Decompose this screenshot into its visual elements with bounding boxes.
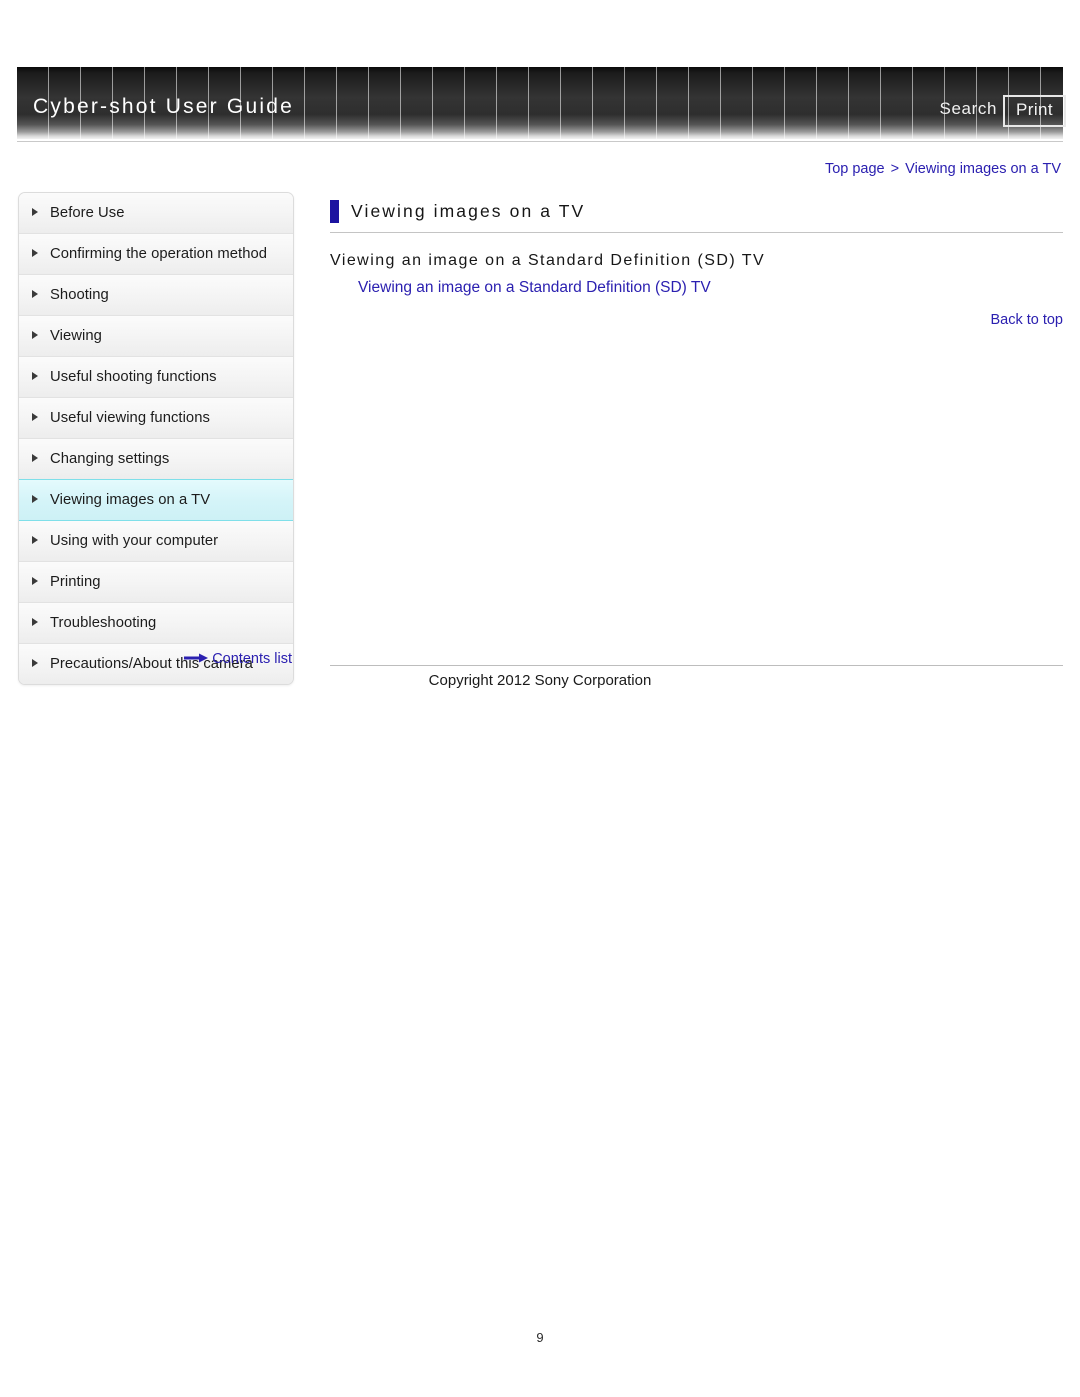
sidebar-item-changing-settings[interactable]: Changing settings [19,439,293,480]
breadcrumb-current[interactable]: Viewing images on a TV [905,161,1061,177]
sidebar-navigation: Before Use Confirming the operation meth… [18,192,294,685]
brand-title: Cyber-shot User Guide [33,95,294,118]
header-underline [17,141,1063,142]
sidebar-item-confirming-the-operation-method[interactable]: Confirming the operation method [19,234,293,275]
triangle-right-icon [32,536,42,544]
sidebar-item-useful-shooting-functions[interactable]: Useful shooting functions [19,357,293,398]
main-content: Viewing images on a TV Viewing an image … [330,200,1063,328]
triangle-right-icon [32,577,42,585]
sidebar-item-label: Shooting [50,287,109,303]
sidebar-item-label: Using with your computer [50,533,219,549]
section-heading: Viewing an image on a Standard Definitio… [330,252,766,269]
sidebar-item-shooting[interactable]: Shooting [19,275,293,316]
sidebar-item-label: Viewing [50,328,102,344]
triangle-right-icon [32,495,42,503]
sidebar-item-useful-viewing-functions[interactable]: Useful viewing functions [19,398,293,439]
sidebar-item-printing[interactable]: Printing [19,562,293,603]
sidebar-item-label: Before Use [50,205,125,221]
triangle-right-icon [32,331,42,339]
sidebar-item-label: Changing settings [50,451,170,467]
sidebar-item-viewing[interactable]: Viewing [19,316,293,357]
contents-list-link[interactable]: Contents list [184,651,292,667]
triangle-right-icon [32,454,42,462]
triangle-right-icon [32,249,42,257]
footer-divider [330,665,1063,666]
breadcrumb: Top page > Viewing images on a TV [825,161,1061,177]
copyright-text: Copyright 2012 Sony Corporation [428,672,652,689]
sidebar-item-troubleshooting[interactable]: Troubleshooting [19,603,293,644]
triangle-right-icon [32,372,42,380]
arrow-right-icon [184,652,209,667]
sidebar-item-label: Useful viewing functions [50,410,210,426]
sidebar-item-viewing-images-on-a-tv[interactable]: Viewing images on a TV [19,479,293,521]
title-accent-bar-icon [330,200,339,223]
breadcrumb-separator: > [890,161,900,177]
sidebar-footer: Contents list [18,646,292,672]
back-to-top-row: Back to top [330,312,1063,328]
print-button[interactable]: Print [1003,95,1066,127]
page-number: 9 [536,1330,544,1345]
section-link-sd-tv[interactable]: Viewing an image on a Standard Definitio… [358,279,1063,297]
sidebar-item-using-with-your-computer[interactable]: Using with your computer [19,521,293,562]
triangle-right-icon [32,290,42,298]
triangle-right-icon [32,208,42,216]
sidebar-item-label: Viewing images on a TV [50,492,211,508]
contents-list-label: Contents list [212,651,292,667]
search-button[interactable]: Search [940,99,997,119]
sidebar-item-before-use[interactable]: Before Use [19,193,293,234]
breadcrumb-top-page[interactable]: Top page [825,161,885,177]
triangle-right-icon [32,618,42,626]
sidebar-item-label: Printing [50,574,101,590]
back-to-top-link[interactable]: Back to top [990,312,1063,328]
sidebar-item-label: Troubleshooting [50,615,157,631]
sidebar-item-label: Useful shooting functions [50,369,217,385]
page-title-row: Viewing images on a TV [330,200,1063,233]
sidebar-item-label: Confirming the operation method [50,246,268,262]
triangle-right-icon [32,413,42,421]
page-title: Viewing images on a TV [351,201,586,221]
